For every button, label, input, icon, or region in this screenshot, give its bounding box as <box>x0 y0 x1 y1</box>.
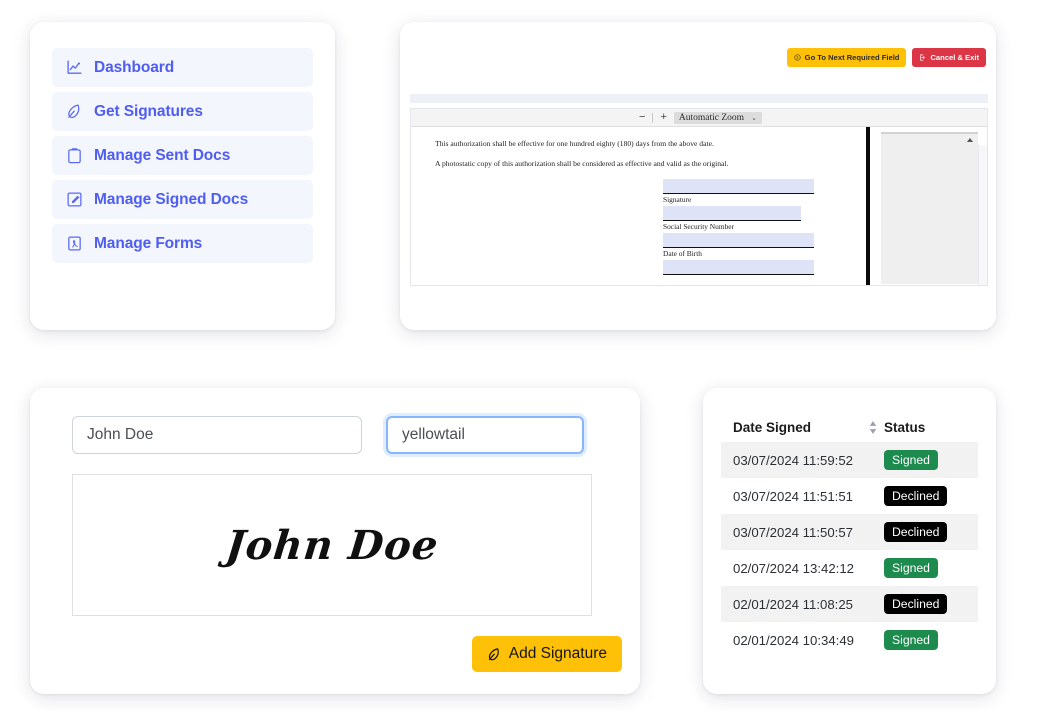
pdf-field-signature-input[interactable] <box>663 179 814 194</box>
cell-date-signed: 02/07/2024 13:42:12 <box>733 560 854 576</box>
toolbar-divider <box>652 112 654 123</box>
circle-arrow-right-icon <box>794 54 801 61</box>
sidebar-item-label: Dashboard <box>94 58 175 76</box>
add-signature-label: Add Signature <box>508 645 607 662</box>
signature-inputs-row <box>72 416 584 454</box>
sidebar-item-manage-forms[interactable]: Manage Forms <box>52 224 313 263</box>
sidebar-item-dashboard[interactable]: Dashboard <box>52 48 313 87</box>
pdf-field-label: Social Security Number <box>663 222 735 231</box>
pdf-text-cursor-bar <box>866 127 870 285</box>
signature-font-input[interactable] <box>386 416 584 454</box>
status-badge: Declined <box>884 593 948 615</box>
edit-square-icon <box>66 191 83 208</box>
sidebar-nav: Dashboard Get Signatures Manage Sent Doc… <box>30 22 335 285</box>
cell-status: Signed <box>884 449 966 471</box>
pdf-frame: − + Automatic Zoom ⌄ This authorization … <box>410 108 988 286</box>
signature-preview-canvas[interactable]: John Doe <box>72 474 592 616</box>
zoom-in-button[interactable]: + <box>657 112 669 123</box>
pdf-zoom-toolbar: − + Automatic Zoom ⌄ <box>411 109 987 127</box>
cell-date-signed: 03/07/2024 11:51:51 <box>733 488 854 504</box>
pdf-header-strip <box>410 94 988 103</box>
zoom-level-select[interactable]: Automatic Zoom ⌄ <box>673 111 762 124</box>
cell-status: Declined <box>884 593 966 615</box>
cell-status: Signed <box>884 557 966 579</box>
go-to-next-required-field-button[interactable]: Go To Next Required Field <box>786 48 907 67</box>
sort-updown-icon[interactable] <box>862 420 884 434</box>
cell-date-signed: 02/01/2024 10:34:49 <box>733 632 854 648</box>
pdf-paragraph: A photostatic copy of this authorization… <box>435 159 729 168</box>
chevron-down-icon: ⌄ <box>751 113 757 122</box>
table-body: 03/07/2024 11:59:52 Signed 03/07/2024 11:5… <box>721 442 978 658</box>
table-row[interactable]: 03/07/2024 11:50:57 Declined <box>721 514 978 550</box>
signed-docs-table-card: Date Signed Status 03/07/2024 11:59:52 Si… <box>703 388 996 694</box>
pdf-field-label: Date of Birth <box>663 249 702 258</box>
column-header-status[interactable]: Status <box>884 420 966 435</box>
sidebar-item-manage-sent-docs[interactable]: Manage Sent Docs <box>52 136 313 175</box>
signature-name-input[interactable] <box>72 416 362 454</box>
signature-preview-text: John Doe <box>223 521 441 569</box>
status-badge: Declined <box>884 485 948 507</box>
status-badge: Declined <box>884 521 948 543</box>
cell-date-signed: 02/01/2024 11:08:25 <box>733 596 854 612</box>
table-row[interactable]: 02/01/2024 10:34:49 Signed <box>721 622 978 658</box>
cell-date-signed: 03/07/2024 11:50:57 <box>733 524 854 540</box>
pdf-page: This authorization shall be effective fo… <box>411 127 987 285</box>
pdf-field-ssn-input[interactable] <box>663 206 801 221</box>
exit-door-icon <box>919 54 926 61</box>
table-row[interactable]: 03/07/2024 11:51:51 Declined <box>721 478 978 514</box>
status-badge: Signed <box>884 557 938 579</box>
cell-date-signed: 03/07/2024 11:59:52 <box>733 452 854 468</box>
pdf-form-field-group: Signature Social Security Number Date of… <box>663 179 814 275</box>
pdf-action-buttons: Go To Next Required Field Cancel & Exit <box>786 48 986 67</box>
column-header-date-signed[interactable]: Date Signed <box>733 420 862 435</box>
sidebar-item-label: Manage Forms <box>94 234 203 252</box>
pdf-side-pane <box>881 132 978 284</box>
pdf-viewer-card: Go To Next Required Field Cancel & Exit … <box>400 22 996 330</box>
sidebar-item-label: Get Signatures <box>94 102 203 120</box>
status-badge: Signed <box>884 629 938 651</box>
status-badge: Signed <box>884 449 938 471</box>
sidebar-item-get-signatures[interactable]: Get Signatures <box>52 92 313 131</box>
pdf-field-dob-input[interactable] <box>663 233 814 248</box>
table-header-row: Date Signed Status <box>721 412 978 442</box>
table-row[interactable]: 02/07/2024 13:42:12 Signed <box>721 550 978 586</box>
pdf-field-extra-input[interactable] <box>663 260 814 275</box>
go-to-next-required-field-label: Go To Next Required Field <box>804 53 900 62</box>
pen-nib-icon <box>487 647 502 662</box>
sidebar-item-manage-signed-docs[interactable]: Manage Signed Docs <box>52 180 313 219</box>
signature-builder-card: John Doe Add Signature <box>30 388 640 694</box>
sidebar-item-label: Manage Signed Docs <box>94 190 249 208</box>
pdf-scrollbar[interactable] <box>978 145 987 285</box>
cell-status: Signed <box>884 629 966 651</box>
cell-status: Declined <box>884 521 966 543</box>
cancel-and-exit-label: Cancel & Exit <box>930 53 979 62</box>
pen-nib-icon <box>66 103 83 120</box>
signed-docs-table: Date Signed Status 03/07/2024 11:59:52 Si… <box>721 412 978 658</box>
file-pdf-icon <box>66 235 83 252</box>
cell-status: Declined <box>884 485 966 507</box>
zoom-level-value: Automatic Zoom <box>678 112 745 123</box>
zoom-out-button[interactable]: − <box>636 112 648 123</box>
chart-line-icon <box>66 59 83 76</box>
add-signature-button[interactable]: Add Signature <box>471 636 622 672</box>
sidebar-card: Dashboard Get Signatures Manage Sent Doc… <box>30 22 335 330</box>
table-row[interactable]: 02/01/2024 11:08:25 Declined <box>721 586 978 622</box>
sidebar-item-label: Manage Sent Docs <box>94 146 231 164</box>
clipboard-icon <box>66 147 83 164</box>
table-row[interactable]: 03/07/2024 11:59:52 Signed <box>721 442 978 478</box>
app-stage: Dashboard Get Signatures Manage Sent Doc… <box>0 0 1048 711</box>
pdf-paragraph: This authorization shall be effective fo… <box>435 139 714 148</box>
scroll-up-arrow-icon[interactable] <box>967 138 973 142</box>
cancel-and-exit-button[interactable]: Cancel & Exit <box>912 48 986 67</box>
pdf-field-label: Signature <box>663 195 692 204</box>
